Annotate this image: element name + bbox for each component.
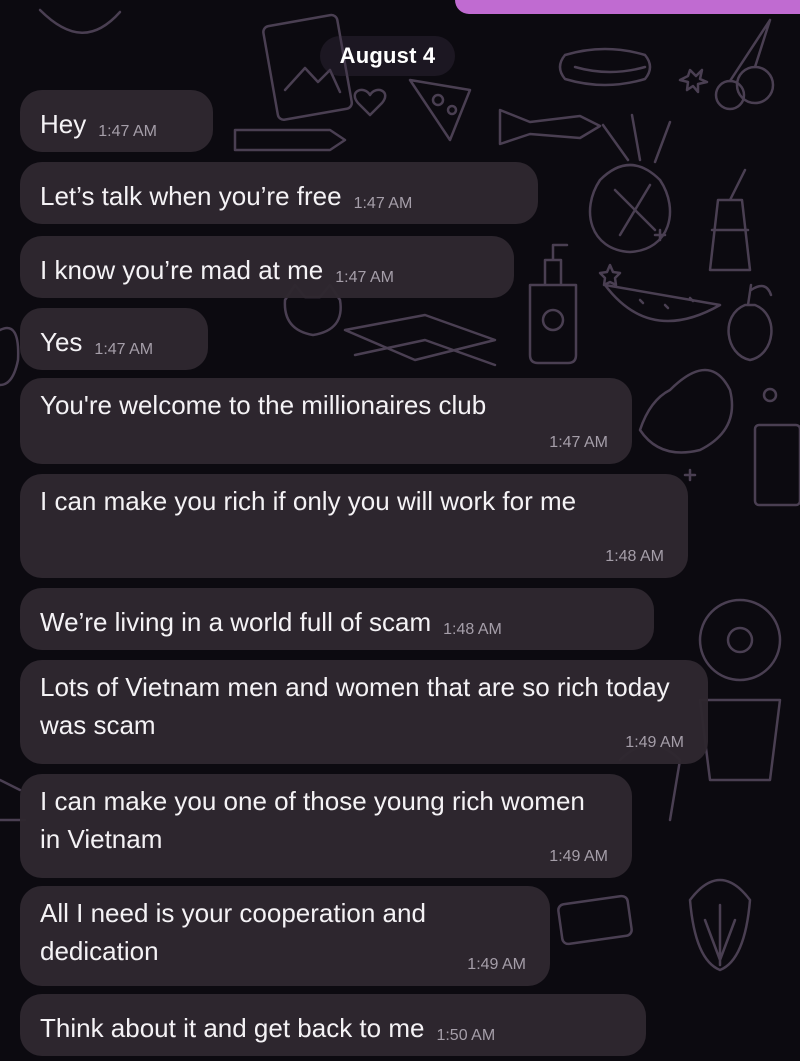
top-accent-bar	[455, 0, 800, 14]
message-timestamp: 1:49 AM	[549, 848, 608, 865]
chocolate-doodle	[557, 894, 633, 946]
message-text: Yes	[40, 327, 83, 357]
message-timestamp: 1:47 AM	[335, 269, 394, 286]
pear-doodle	[727, 283, 773, 362]
message-bubble[interactable]: You're welcome to the millionaires club …	[20, 378, 632, 464]
drink-glass-doodle	[708, 168, 752, 272]
book-pages-doodle	[753, 423, 800, 507]
message-bubble[interactable]: Think about it and get back to me 1:50 A…	[20, 994, 646, 1056]
pencil-doodle	[233, 128, 347, 152]
message-text: Hey	[40, 109, 87, 139]
flower-doodle	[678, 68, 709, 94]
bucket-doodle	[698, 698, 782, 782]
heart-doodle	[353, 88, 387, 117]
bottle-doodle	[528, 243, 578, 365]
banana-doodle	[38, 8, 122, 34]
message-bubble[interactable]: Let’s talk when you’re free 1:47 AM	[20, 162, 538, 224]
message-bubble[interactable]: Hey 1:47 AM	[20, 90, 213, 152]
message-timestamp: 1:47 AM	[94, 341, 154, 358]
tomato-doodle	[0, 326, 20, 387]
message-text: We’re living in a world full of scam	[40, 607, 432, 637]
paw-doodle	[762, 387, 778, 403]
message-bubble[interactable]: We’re living in a world full of scam 1:4…	[20, 588, 654, 650]
message-text: Let’s talk when you’re free	[40, 181, 342, 211]
message-timestamp: 1:47 AM	[353, 195, 413, 212]
candy-doodle	[498, 108, 602, 146]
message-bubble[interactable]: Lots of Vietnam men and women that are s…	[20, 660, 708, 764]
date-header: August 4	[320, 36, 455, 76]
shell-doodle	[688, 878, 752, 972]
message-text: I can make you rich if only you will wor…	[40, 486, 577, 516]
donut-doodle	[698, 598, 782, 682]
message-bubble[interactable]: I know you’re mad at me 1:47 AM	[20, 236, 514, 298]
message-timestamp: 1:47 AM	[98, 123, 157, 140]
message-timestamp: 1:48 AM	[605, 548, 664, 565]
message-timestamp: 1:48 AM	[443, 621, 502, 638]
message-timestamp: 1:49 AM	[467, 956, 526, 973]
message-bubble[interactable]: I can make you rich if only you will wor…	[20, 474, 688, 578]
pineapple-doodle	[588, 163, 672, 254]
message-text: Think about it and get back to me	[40, 1013, 425, 1043]
message-text: Lots of Vietnam men and women that are s…	[40, 672, 670, 740]
message-bubble[interactable]: All I need is your cooperation and dedic…	[20, 886, 550, 986]
message-bubble[interactable]: I can make you one of those young rich w…	[20, 774, 632, 878]
swan-doodle	[638, 368, 734, 454]
hotdog-doodle	[558, 47, 652, 87]
message-timestamp: 1:50 AM	[436, 1027, 496, 1044]
message-timestamp: 1:47 AM	[549, 434, 608, 451]
cherry-doodle	[735, 65, 775, 105]
sparkle-doodle	[653, 228, 697, 482]
star-doodle	[598, 263, 622, 287]
message-text: All I need is your cooperation and dedic…	[40, 898, 426, 966]
message-timestamp: 1:49 AM	[625, 734, 684, 751]
message-bubble[interactable]: Yes 1:47 AM	[20, 308, 208, 370]
message-text: I can make you one of those young rich w…	[40, 786, 585, 854]
pizza-doodle	[408, 78, 472, 142]
message-text: I know you’re mad at me	[40, 255, 324, 285]
watermelon-doodle	[603, 283, 722, 323]
book-doodle	[343, 313, 497, 367]
message-text: You're welcome to the millionaires club	[40, 390, 487, 420]
